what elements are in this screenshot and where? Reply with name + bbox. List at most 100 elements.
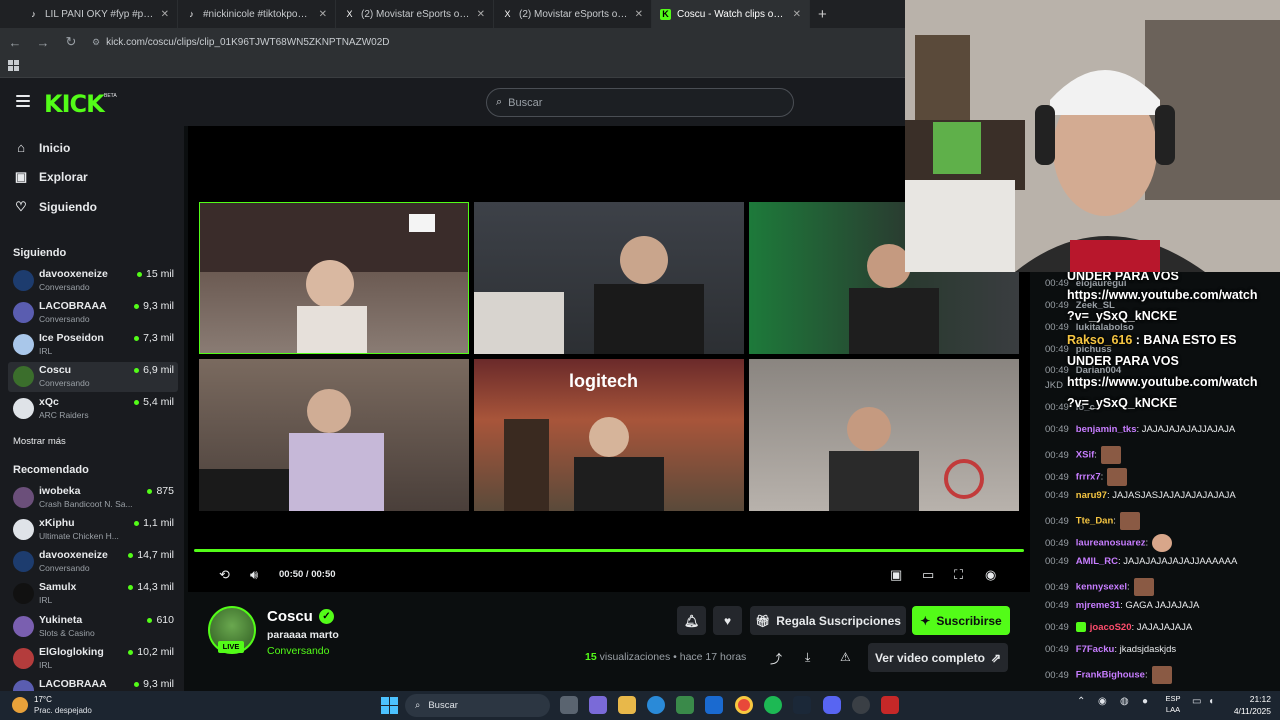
task-view-icon[interactable] xyxy=(560,696,578,714)
chat-username[interactable]: F7Facku xyxy=(1076,644,1115,655)
progress-bar[interactable] xyxy=(194,549,1024,552)
channel-item[interactable]: Samulx IRL 14,3 mil xyxy=(8,579,178,609)
volume-icon[interactable]: 🔊︎ xyxy=(250,567,258,583)
video-player[interactable]: logitech ⟲ 🔊︎ 00:50 / 00:50 ▣ ▭ ⛶ ◉ xyxy=(188,126,1030,592)
new-tab-button[interactable]: + xyxy=(810,6,835,23)
channel-item[interactable]: iwobeka Crash Bandicoot N. Sa... 875 xyxy=(8,483,178,513)
tray-icon[interactable]: ◉ xyxy=(1098,696,1107,707)
sidebar-item-inicio[interactable]: ⌂ Inicio xyxy=(14,140,70,155)
chat-username[interactable]: mjreme31 xyxy=(1076,600,1120,611)
channel-item[interactable]: davooxeneize Conversando 15 mil xyxy=(8,266,178,296)
chat-username[interactable]: benjamin_tks xyxy=(1076,424,1137,435)
browser-tab-active[interactable]: K Coscu - Watch clips on Kick ✕ xyxy=(652,0,810,28)
volume-icon[interactable]: ◖ xyxy=(1208,696,1214,707)
menu-icon[interactable] xyxy=(16,95,30,107)
show-more-link[interactable]: Mostrar más xyxy=(13,436,66,447)
tray-icon[interactable]: ◍ xyxy=(1120,696,1129,707)
file-explorer-icon[interactable] xyxy=(618,696,636,714)
obs-icon[interactable] xyxy=(852,696,870,714)
steam-icon[interactable] xyxy=(793,696,811,714)
video-tile: logitech xyxy=(474,359,744,511)
network-icon[interactable]: ▭ xyxy=(1192,696,1201,707)
chat-timestamp: 00:49 xyxy=(1045,556,1069,567)
close-icon[interactable]: ✕ xyxy=(635,9,643,20)
video-tile xyxy=(749,359,1019,511)
chat-username[interactable]: XSif xyxy=(1076,450,1094,461)
chat-username[interactable]: lukitalabolso xyxy=(1076,322,1134,333)
copilot-icon[interactable] xyxy=(589,696,607,714)
browser-tab[interactable]: X (2) Movistar eSports on X: " ✕ xyxy=(494,0,652,28)
chat-timestamp: JKD xyxy=(1045,380,1063,391)
chat-username[interactable]: laureanosuarez xyxy=(1076,538,1146,549)
reload-icon[interactable]: ↻ xyxy=(64,34,78,50)
weather-icon xyxy=(12,697,28,713)
outlook-icon[interactable] xyxy=(705,696,723,714)
gift-subs-button[interactable]: 🎁︎ Regala Suscripciones xyxy=(750,606,906,635)
notification-button[interactable]: 🔔︎ xyxy=(677,606,706,635)
channel-item[interactable]: LACOBRAAA 9,3 mil xyxy=(8,676,178,691)
download-icon[interactable]: ⤓ xyxy=(805,650,810,665)
close-icon[interactable]: ✕ xyxy=(793,9,801,20)
app-icon[interactable] xyxy=(881,696,899,714)
chat-username[interactable]: kennysexel xyxy=(1076,582,1127,593)
sidebar-item-explorar[interactable]: ▣ Explorar xyxy=(14,169,88,185)
chat-username[interactable]: naru97 xyxy=(1076,490,1107,501)
channel-item[interactable]: Ice Poseidon IRL 7,3 mil xyxy=(8,330,178,360)
sidebar-item-siguiendo[interactable]: ♡ Siguiendo xyxy=(14,199,97,215)
start-icon[interactable] xyxy=(381,697,398,714)
channel-item[interactable]: xKiphu Ultimate Chicken H... 1,1 mil xyxy=(8,515,178,545)
browser-tab[interactable]: ♪ LIL PANI OKY #fyp #parati #oky ✕ xyxy=(20,0,178,28)
url-field[interactable]: ⚙ kick.com/coscu/clips/clip_01K96TJWT68W… xyxy=(92,37,389,48)
follow-button[interactable]: ♥ xyxy=(713,606,742,635)
close-icon[interactable]: ✕ xyxy=(477,9,485,20)
chevron-up-icon[interactable]: ⌃ xyxy=(1077,696,1085,707)
microphone-icon[interactable]: ● xyxy=(1142,696,1148,707)
language-indicator[interactable]: ESP LAA xyxy=(1163,693,1183,715)
channel-item-selected[interactable]: Coscu Conversando 6,9 mil xyxy=(8,362,178,392)
edge-icon[interactable] xyxy=(647,696,665,714)
browser-tab[interactable]: X (2) Movistar eSports on X: " ✕ xyxy=(336,0,494,28)
chat-timestamp: 00:49 xyxy=(1045,581,1069,593)
taskbar-search[interactable]: ⌕ Buscar xyxy=(405,694,550,717)
avatar xyxy=(13,680,34,691)
clock[interactable]: 21:12 4/11/2025 xyxy=(1225,693,1271,717)
channel-item[interactable]: davooxeneize Conversando 14,7 mil xyxy=(8,547,178,577)
site-info-icon[interactable]: ⚙ xyxy=(92,37,100,48)
close-icon[interactable]: ✕ xyxy=(161,9,169,20)
chat-username[interactable]: Tte_Dan xyxy=(1076,516,1113,527)
playback-speed-icon[interactable]: ◉ xyxy=(985,567,996,583)
kick-logo[interactable]: KICK xyxy=(44,90,105,118)
x-icon: X xyxy=(346,8,353,19)
forward-icon[interactable]: → xyxy=(36,35,50,50)
streamer-name[interactable]: Coscu xyxy=(267,608,313,625)
spotify-icon[interactable] xyxy=(764,696,782,714)
fullscreen-icon[interactable]: ⛶ xyxy=(954,567,963,583)
browser-tab[interactable]: ♪ #nickinicole #tiktokponme ✕ xyxy=(178,0,336,28)
apps-grid-icon[interactable] xyxy=(8,60,19,71)
channel-category: Conversando xyxy=(39,563,90,573)
discord-icon[interactable] xyxy=(823,696,841,714)
channel-item[interactable]: LACOBRAAA Conversando 9,3 mil xyxy=(8,298,178,328)
channel-item[interactable]: Yukineta Slots & Casino 610 xyxy=(8,612,178,642)
chrome-icon[interactable] xyxy=(735,696,753,714)
stream-category[interactable]: Conversando xyxy=(267,645,329,657)
share-icon[interactable]: ⤴ xyxy=(770,650,782,667)
theater-mode-icon[interactable]: ▭ xyxy=(922,567,934,583)
channel-item[interactable]: xQc ARC Raiders 5,4 mil xyxy=(8,394,178,424)
search-input[interactable]: ⌕ Buscar xyxy=(486,88,794,117)
chat-username[interactable]: FrankBighouse xyxy=(1076,670,1145,681)
close-icon[interactable]: ✕ xyxy=(319,9,327,20)
report-icon[interactable]: ⚠ xyxy=(840,650,851,664)
viewer-count-label: 15 mil xyxy=(145,268,174,280)
chat-username[interactable]: frrrx7 xyxy=(1076,472,1101,483)
chat-username[interactable]: joacoS20 xyxy=(1090,622,1132,633)
chat-username[interactable]: AMIL_RC xyxy=(1076,556,1118,567)
back-icon[interactable]: ← xyxy=(8,35,22,50)
full-video-button[interactable]: Ver video completo ⇗ xyxy=(868,643,1008,672)
pip-icon[interactable]: ▣ xyxy=(890,567,902,583)
channel-item[interactable]: ElGlogloking IRL 10,2 mil xyxy=(8,644,178,674)
subscribe-button[interactable]: ✦ Suscribirse xyxy=(912,606,1010,635)
avatar xyxy=(13,551,34,572)
store-icon[interactable] xyxy=(676,696,694,714)
replay-icon[interactable]: ⟲ xyxy=(219,567,230,583)
